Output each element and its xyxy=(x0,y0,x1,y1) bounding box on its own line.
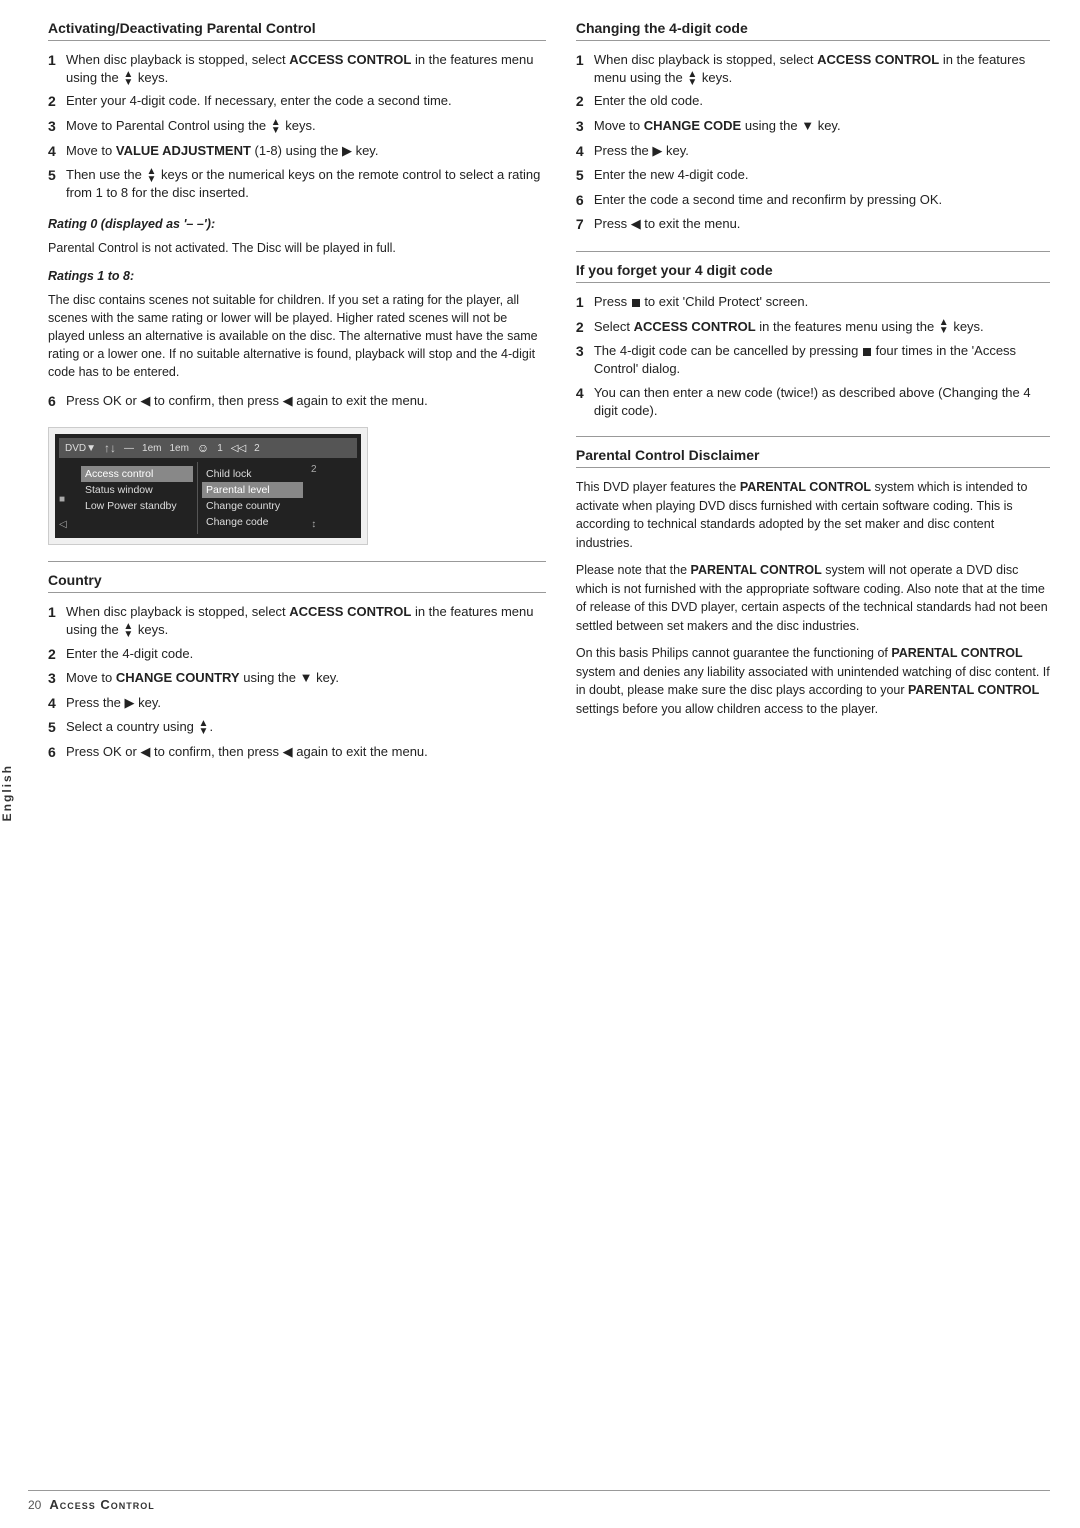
dvd-col1: Access control Status window Low Power s… xyxy=(77,462,197,534)
step-5: 5 Then use the ▲▼ keys or the numerical … xyxy=(48,166,546,202)
note-rating-0-title: Rating 0 (displayed as '– –'): xyxy=(48,215,546,233)
country-step-1: 1 When disc playback is stopped, select … xyxy=(48,603,546,639)
country-step-5: 5 Select a country using ▲▼. xyxy=(48,718,546,738)
country-step-2: 2 Enter the 4-digit code. xyxy=(48,645,546,665)
note-rating-0-text: Parental Control is not activated. The D… xyxy=(48,239,546,257)
step-4: 4 Move to VALUE ADJUSTMENT (1-8) using t… xyxy=(48,142,546,162)
forget-step-2: 2 Select ACCESS CONTROL in the features … xyxy=(576,318,1050,338)
footer-title: Access Control xyxy=(49,1497,154,1512)
right-column: Changing the 4-digit code 1 When disc pl… xyxy=(576,20,1050,774)
forget-step-4: 4 You can then enter a new code (twice!)… xyxy=(576,384,1050,420)
dvd-menu-parental-level: Parental level xyxy=(202,482,303,498)
section-title-forget-code: If you forget your 4 digit code xyxy=(576,262,1050,283)
sidebar-label-bar: English xyxy=(0,60,28,1468)
step-6-activating: 6 Press OK or ◀ to confirm, then press ◀… xyxy=(48,392,546,412)
changing-code-steps: 1 When disc playback is stopped, select … xyxy=(576,51,1050,235)
disclaimer-para-2: Please note that the PARENTAL CONTROL sy… xyxy=(576,561,1050,636)
change-step-3: 3 Move to CHANGE CODE using the ▼ key. xyxy=(576,117,1050,137)
country-step-4: 4 Press the ▶ key. xyxy=(48,694,546,714)
disclaimer-para-1: This DVD player features the PARENTAL CO… xyxy=(576,478,1050,553)
note-ratings-1-8-text: The disc contains scenes not suitable fo… xyxy=(48,291,546,382)
activating-step6-list: 6 Press OK or ◀ to confirm, then press ◀… xyxy=(48,392,546,412)
dvd-icon: DVD▼ xyxy=(65,443,96,454)
dvd-menu-body: ■ ◁ Access control Status window Low Pow… xyxy=(59,462,357,534)
dvd-top-bar: DVD▼ ↑↓ — 1em 1em ☺ 1 ◁◁ 2 xyxy=(59,438,357,458)
footer-page-number: 20 xyxy=(28,1498,41,1512)
section-title-country: Country xyxy=(48,572,546,593)
section-title-disclaimer: Parental Control Disclaimer xyxy=(576,447,1050,468)
change-step-4: 4 Press the ▶ key. xyxy=(576,142,1050,162)
note-ratings-1-8: Ratings 1 to 8: The disc contains scenes… xyxy=(48,267,546,382)
footer-bar: 20 Access Control xyxy=(28,1490,1050,1512)
dvd-menu-low-power: Low Power standby xyxy=(81,498,193,514)
dvd-menu-child-lock: Child lock xyxy=(202,466,303,482)
step-1: 1 When disc playback is stopped, select … xyxy=(48,51,546,87)
change-step-5: 5 Enter the new 4-digit code. xyxy=(576,166,1050,186)
change-step-1: 1 When disc playback is stopped, select … xyxy=(576,51,1050,87)
step-3: 3 Move to Parental Control using the ▲▼ … xyxy=(48,117,546,137)
forget-step-1: 1 Press to exit 'Child Protect' screen. xyxy=(576,293,1050,313)
sidebar-language-label: English xyxy=(0,764,28,821)
activating-steps: 1 When disc playback is stopped, select … xyxy=(48,51,546,203)
dvd-menu-access-control: Access control xyxy=(81,466,193,482)
left-column: Activating/Deactivating Parental Control… xyxy=(48,20,546,774)
section-separator-disclaimer xyxy=(576,436,1050,437)
country-steps: 1 When disc playback is stopped, select … xyxy=(48,603,546,762)
change-step-7: 7 Press ◀ to exit the menu. xyxy=(576,215,1050,235)
step-2: 2 Enter your 4-digit code. If necessary,… xyxy=(48,92,546,112)
disclaimer-para-3: On this basis Philips cannot guarantee t… xyxy=(576,644,1050,719)
forget-code-steps: 1 Press to exit 'Child Protect' screen. … xyxy=(576,293,1050,420)
change-step-6: 6 Enter the code a second time and recon… xyxy=(576,191,1050,211)
section-title-activating: Activating/Deactivating Parental Control xyxy=(48,20,546,41)
section-separator-country xyxy=(48,561,546,562)
dvd-col2: Child lock Parental level Change country… xyxy=(197,462,307,534)
dvd-menu-change-country: Change country xyxy=(202,498,303,514)
country-step-6: 6 Press OK or ◀ to confirm, then press ◀… xyxy=(48,743,546,763)
note-ratings-1-8-title: Ratings 1 to 8: xyxy=(48,267,546,285)
note-rating-0: Rating 0 (displayed as '– –'): Parental … xyxy=(48,215,546,257)
section-separator-forget xyxy=(576,251,1050,252)
change-step-2: 2 Enter the old code. xyxy=(576,92,1050,112)
dvd-menu-status-window: Status window xyxy=(81,482,193,498)
section-title-changing-code: Changing the 4-digit code xyxy=(576,20,1050,41)
forget-step-3: 3 The 4-digit code can be cancelled by p… xyxy=(576,342,1050,378)
dvd-menu-screenshot: DVD▼ ↑↓ — 1em 1em ☺ 1 ◁◁ 2 ■ ◁ xyxy=(48,427,368,545)
dvd-menu-change-code: Change code xyxy=(202,514,303,530)
country-step-3: 3 Move to CHANGE COUNTRY using the ▼ key… xyxy=(48,669,546,689)
